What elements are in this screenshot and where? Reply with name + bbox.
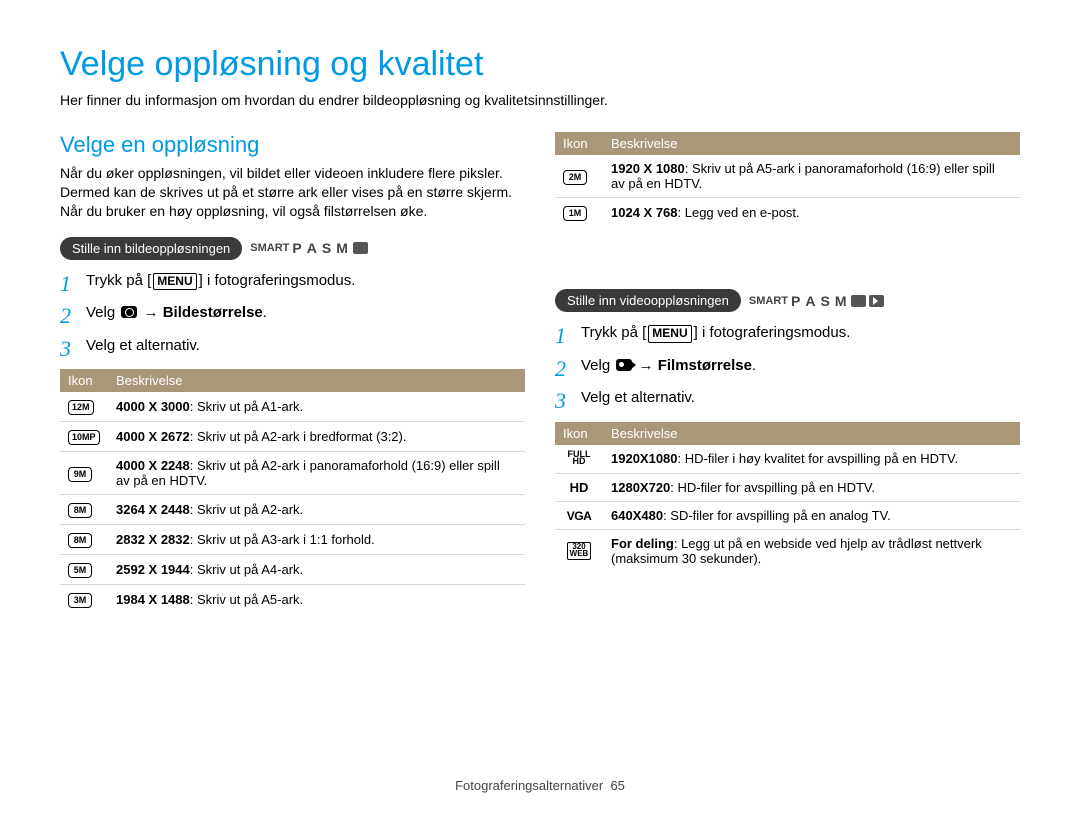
vga-icon: VGA [567, 509, 592, 523]
res-icon-8m-sq: 8M [68, 533, 92, 548]
table-row: 5M2592 X 1944: Skriv ut på A4-ark. [60, 555, 525, 585]
image-pill: Stille inn bildeoppløsningen [60, 237, 242, 260]
res-icon-8m: 8M [68, 503, 92, 518]
table-row: 8M2832 X 2832: Skriv ut på A3-ark i 1:1 … [60, 525, 525, 555]
step-3: Velg et alternativ. [555, 387, 1020, 410]
section-desc: Når du øker oppløsningen, vil bildet ell… [60, 164, 525, 221]
camera-icon [121, 306, 137, 318]
res-icon-12m: 12M [68, 400, 94, 415]
th-desc: Beskrivelse [108, 369, 525, 392]
video-steps: Trykk på [MENU] i fotograferingsmodus. V… [555, 322, 1020, 410]
step-2: Velg → Filmstørrelse. [555, 355, 1020, 378]
video-res-header: Stille inn videooppløsningen SMART PASM [555, 289, 1020, 312]
step-1: Trykk på [MENU] i fotograferingsmodus. [60, 270, 525, 293]
video-icon [616, 359, 632, 371]
page-footer: Fotograferingsalternativer 65 [0, 778, 1080, 793]
table-row: 12M4000 X 3000: Skriv ut på A1-ark. [60, 392, 525, 422]
step-2: Velg → Bildestørrelse. [60, 302, 525, 325]
table-row: VGA640X480: SD-filer for avspilling på e… [555, 502, 1020, 530]
video-mode-icon [869, 295, 884, 307]
image-modes: SMART PASM [250, 240, 368, 256]
th-desc: Beskrivelse [603, 132, 1020, 155]
image-res-table: Ikon Beskrivelse 12M4000 X 3000: Skriv u… [60, 369, 525, 614]
step-3: Velg et alternativ. [60, 335, 525, 358]
res-icon-9m: 9M [68, 467, 92, 482]
table-row: 8M3264 X 2448: Skriv ut på A2-ark. [60, 495, 525, 525]
video-res-table: Ikon Beskrivelse FULLHD1920X1080: HD-fil… [555, 422, 1020, 573]
res-icon-1m: 1M [563, 206, 587, 221]
section-heading: Velge en oppløsning [60, 132, 525, 158]
page-title: Velge oppløsning og kvalitet [60, 45, 1020, 84]
scene-icon [353, 242, 368, 254]
page-subtitle: Her finner du informasjon om hvordan du … [60, 92, 1020, 108]
table-row: 1M1024 X 768: Legg ved en e-post. [555, 198, 1020, 228]
table-row: 9M4000 X 2248: Skriv ut på A2-ark i pano… [60, 452, 525, 495]
web-icon: 320WEB [567, 542, 592, 560]
fullhd-icon: FULLHD [568, 451, 591, 466]
image-steps: Trykk på [MENU] i fotograferingsmodus. V… [60, 270, 525, 358]
table-row: 10MP4000 X 2672: Skriv ut på A2-ark i br… [60, 422, 525, 452]
table-row: 320WEBFor deling: Legg ut på en webside … [555, 530, 1020, 573]
res-icon-2m: 2M [563, 170, 587, 185]
two-column-layout: Velge en oppløsning Når du øker oppløsni… [60, 132, 1020, 614]
right-column: Ikon Beskrivelse 2M1920 X 1080: Skriv ut… [555, 132, 1020, 614]
table-row: 3M1984 X 1488: Skriv ut på A5-ark. [60, 585, 525, 615]
left-column: Velge en oppløsning Når du øker oppløsni… [60, 132, 525, 614]
table-row: 2M1920 X 1080: Skriv ut på A5-ark i pano… [555, 155, 1020, 198]
hd-icon: HD [570, 480, 589, 495]
table-row: FULLHD1920X1080: HD-filer i høy kvalitet… [555, 445, 1020, 474]
menu-button-label: MENU [648, 325, 691, 343]
table-row: HD1280X720: HD-filer for avspilling på e… [555, 474, 1020, 502]
th-desc: Beskrivelse [603, 422, 1020, 445]
step-1: Trykk på [MENU] i fotograferingsmodus. [555, 322, 1020, 345]
res-icon-5m: 5M [68, 563, 92, 578]
menu-button-label: MENU [153, 273, 196, 291]
scene-icon [851, 295, 866, 307]
image-res-table-cont: Ikon Beskrivelse 2M1920 X 1080: Skriv ut… [555, 132, 1020, 227]
th-ikon: Ikon [60, 369, 108, 392]
th-ikon: Ikon [555, 422, 603, 445]
res-icon-10mp: 10MP [68, 430, 100, 445]
th-ikon: Ikon [555, 132, 603, 155]
video-modes: SMART PASM [749, 293, 885, 309]
res-icon-3m: 3M [68, 593, 92, 608]
image-res-header: Stille inn bildeoppløsningen SMART PASM [60, 237, 525, 260]
video-pill: Stille inn videooppløsningen [555, 289, 741, 312]
